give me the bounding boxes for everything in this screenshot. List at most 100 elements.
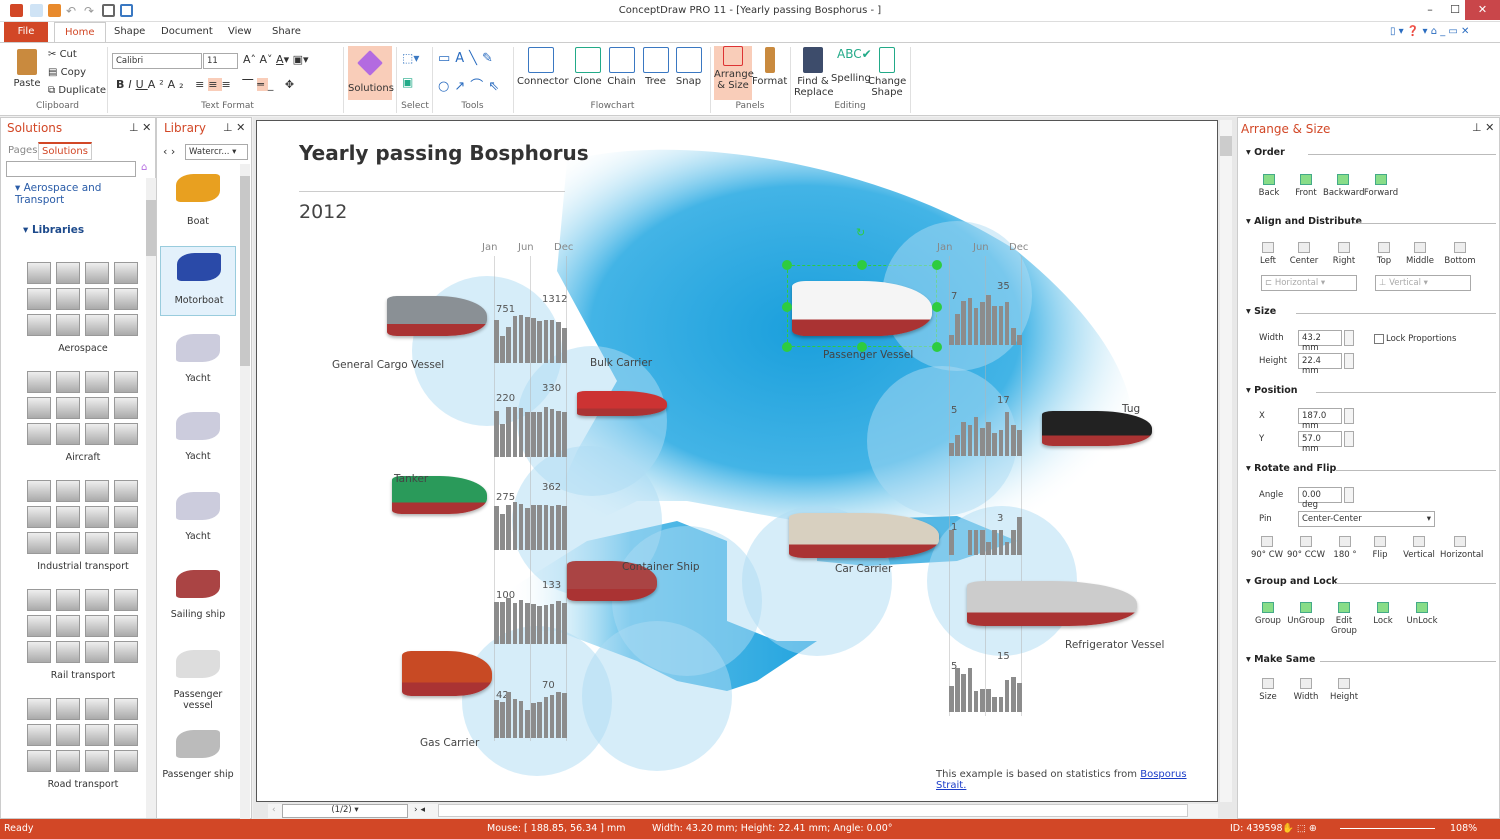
section-header[interactable]: ▾ Rotate and Flip <box>1246 463 1336 474</box>
text-select-icon[interactable]: ▣ <box>402 75 413 89</box>
ship-shape[interactable] <box>1042 411 1152 446</box>
library-thumbnail[interactable] <box>85 724 109 746</box>
panel-button[interactable]: Lock <box>1363 602 1403 626</box>
scrollbar[interactable] <box>240 164 250 819</box>
panel-button[interactable]: Vertical <box>1399 536 1439 560</box>
panel-button[interactable]: Width <box>1286 678 1326 702</box>
height-input[interactable]: 22.4 mm <box>1298 353 1342 376</box>
spin-button[interactable] <box>1344 487 1354 503</box>
library-thumbnail[interactable] <box>56 314 80 336</box>
section-header[interactable]: ▾ Position <box>1246 385 1298 396</box>
panel-button[interactable]: 180 ° <box>1325 536 1365 560</box>
tab-share[interactable]: Share <box>262 22 311 42</box>
panel-button[interactable]: Forward <box>1361 174 1401 198</box>
library-thumbnail[interactable] <box>114 506 138 528</box>
library-thumbnail[interactable] <box>27 750 51 772</box>
format-button[interactable]: Format <box>752 47 787 87</box>
ship-shape[interactable] <box>577 391 667 416</box>
canvas[interactable]: Yearly passing Bosphorus 2012 This examp… <box>256 120 1218 802</box>
section-header[interactable]: ▾ Order <box>1246 147 1285 158</box>
resize-handle[interactable] <box>932 260 942 270</box>
library-thumbnail[interactable] <box>56 615 80 637</box>
hand-tool-icon[interactable]: ✋ ⬚ ⊕ <box>1282 823 1317 834</box>
snap-button[interactable]: Snap <box>671 47 706 87</box>
panel-button[interactable]: Backward <box>1323 174 1365 198</box>
library-thumbnail[interactable] <box>114 750 138 772</box>
pin-icon[interactable]: ⊥ ✕ <box>1472 121 1494 134</box>
library-thumbnail[interactable] <box>27 397 51 419</box>
chain-button[interactable]: Chain <box>604 47 639 87</box>
library-thumbnail[interactable] <box>56 532 80 554</box>
search-icon[interactable]: ⌂ <box>141 162 147 173</box>
find-replace-button[interactable]: Find & Replace <box>794 47 834 98</box>
library-thumbnail[interactable] <box>114 423 138 445</box>
solutions-search-input[interactable] <box>6 161 136 177</box>
select-tool-icon[interactable]: ⬚▾ <box>402 51 419 65</box>
ship-shape[interactable] <box>967 581 1137 626</box>
category-rail[interactable]: Rail transport <box>23 670 143 681</box>
library-dropdown[interactable]: Watercr... ▾ <box>185 144 248 160</box>
library-thumbnail[interactable] <box>114 262 138 284</box>
category-road[interactable]: Road transport <box>23 779 143 790</box>
text-style-buttons[interactable]: BIUA²A₂ ≡≡≡ ⎺═_ ✥ <box>116 78 298 92</box>
library-thumbnail[interactable] <box>27 615 51 637</box>
zoom-slider[interactable] <box>1340 828 1435 829</box>
library-thumbnail[interactable] <box>56 397 80 419</box>
y-input[interactable]: 57.0 mm <box>1298 431 1342 454</box>
library-thumbnail[interactable] <box>85 641 109 663</box>
section-header[interactable]: ▾ Group and Lock <box>1246 576 1338 587</box>
panel-button[interactable]: 90° CW <box>1247 536 1287 560</box>
pin-select[interactable]: Center-Center ▾ <box>1298 511 1435 527</box>
library-thumbnail[interactable] <box>56 262 80 284</box>
rotate-handle-icon[interactable]: ↻ <box>856 226 865 239</box>
pin-icon[interactable]: ⊥ ✕ <box>129 121 151 134</box>
change-shape-button[interactable]: Change Shape <box>868 47 906 98</box>
library-thumbnail[interactable] <box>85 262 109 284</box>
library-thumbnail[interactable] <box>85 750 109 772</box>
width-input[interactable]: 43.2 mm <box>1298 330 1342 353</box>
library-thumbnail[interactable] <box>114 532 138 554</box>
tree-root[interactable]: ▾ Aerospace and Transport <box>15 182 125 206</box>
resize-handle[interactable] <box>782 302 792 312</box>
ship-shape[interactable] <box>402 651 492 696</box>
resize-handle[interactable] <box>932 342 942 352</box>
connector-button[interactable]: Connector <box>517 47 569 87</box>
panel-button[interactable]: Group <box>1248 602 1288 626</box>
library-thumbnail[interactable] <box>85 371 109 393</box>
spin-button[interactable] <box>1344 431 1354 447</box>
library-thumbnail[interactable] <box>114 371 138 393</box>
font-tools[interactable]: A˄ A˅ A▾ ▣▾ <box>243 53 309 66</box>
library-item[interactable]: Yacht <box>160 328 236 398</box>
library-thumbnail[interactable] <box>85 288 109 310</box>
ship-shape[interactable] <box>387 296 487 336</box>
paste-button[interactable]: Paste <box>12 49 42 89</box>
section-header[interactable]: ▾ Align and Distribute <box>1246 216 1362 227</box>
horizontal-scrollbar[interactable] <box>438 804 1188 817</box>
drawing-tools[interactable]: ▭A╲✎ <box>438 51 498 66</box>
library-thumbnail[interactable] <box>56 480 80 502</box>
tab-view[interactable]: View <box>218 22 262 42</box>
library-item[interactable]: Passenger vessel <box>160 644 236 714</box>
spin-button[interactable] <box>1344 353 1354 369</box>
tab-home[interactable]: Home <box>54 22 106 42</box>
library-item[interactable]: Yacht <box>160 486 236 556</box>
category-aerospace[interactable]: Aerospace <box>23 343 143 354</box>
angle-input[interactable]: 0.00 deg <box>1298 487 1342 510</box>
spin-button[interactable] <box>1344 408 1354 424</box>
library-thumbnail[interactable] <box>27 314 51 336</box>
library-thumbnail[interactable] <box>114 480 138 502</box>
library-thumbnail[interactable] <box>85 698 109 720</box>
library-thumbnail[interactable] <box>114 724 138 746</box>
panel-button[interactable]: UnLock <box>1402 602 1442 626</box>
library-thumbnail[interactable] <box>85 480 109 502</box>
panel-button[interactable]: Middle <box>1400 242 1440 266</box>
library-thumbnail[interactable] <box>85 314 109 336</box>
panel-button[interactable]: UnGroup <box>1286 602 1326 626</box>
next-page-button[interactable]: › ◂ <box>414 805 425 815</box>
library-thumbnail[interactable] <box>27 641 51 663</box>
ship-shape[interactable] <box>789 513 939 558</box>
library-thumbnail[interactable] <box>56 288 80 310</box>
panel-button[interactable]: Horizontal <box>1440 536 1483 560</box>
category-industrial[interactable]: Industrial transport <box>23 561 143 572</box>
panel-button[interactable]: 90° CCW <box>1286 536 1326 560</box>
